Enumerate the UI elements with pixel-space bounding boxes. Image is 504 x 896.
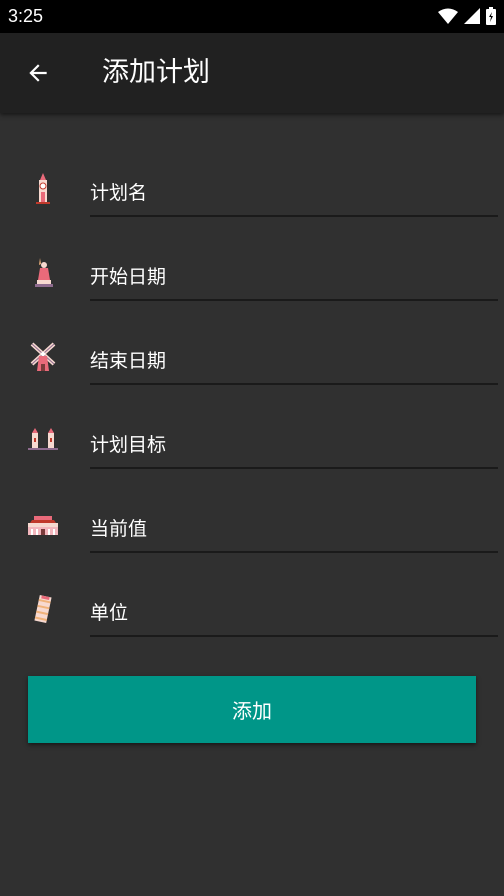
statue-icon <box>35 258 53 287</box>
end-date-placeholder: 结束日期 <box>90 350 167 372</box>
plan-name-field[interactable]: 计划名 <box>90 165 498 217</box>
status-bar: 3:25 <box>0 0 504 33</box>
clock-tower-icon <box>36 173 50 204</box>
form-row-end-date: 结束日期 <box>0 318 504 402</box>
gate-building-icon <box>28 516 58 535</box>
plan-target-placeholder: 计划目标 <box>90 434 167 456</box>
signal-icon <box>464 8 480 24</box>
form-row-unit: 单位 <box>0 570 504 654</box>
start-date-field[interactable]: 开始日期 <box>90 249 498 301</box>
current-value-placeholder: 当前值 <box>90 518 148 540</box>
unit-placeholder: 单位 <box>90 602 129 624</box>
back-button[interactable] <box>20 55 56 91</box>
plan-target-field[interactable]: 计划目标 <box>90 417 498 469</box>
status-time: 3:25 <box>8 6 44 26</box>
wifi-icon <box>438 8 458 24</box>
current-value-field[interactable]: 当前值 <box>90 501 498 553</box>
plan-name-placeholder: 计划名 <box>90 182 148 204</box>
windmill-icon <box>30 342 56 371</box>
form-row-plan-target: 计划目标 <box>0 402 504 486</box>
add-button[interactable]: 添加 <box>28 676 476 743</box>
status-icons <box>438 6 496 26</box>
form-row-start-date: 开始日期 <box>0 234 504 318</box>
unit-field[interactable]: 单位 <box>90 585 498 637</box>
start-date-placeholder: 开始日期 <box>90 266 167 288</box>
app-bar: 添加计划 <box>0 33 504 113</box>
leaning-tower-icon <box>34 595 52 623</box>
battery-icon <box>486 7 496 25</box>
form-row-current-value: 当前值 <box>0 486 504 570</box>
bridge-towers-icon <box>28 428 58 450</box>
plan-form: 计划名 开始日期 结束日期 计划目标 当前值 单位 <box>0 150 504 654</box>
page-title: 添加计划 <box>102 57 210 88</box>
arrow-back-icon <box>29 64 47 82</box>
form-row-plan-name: 计划名 <box>0 150 504 234</box>
end-date-field[interactable]: 结束日期 <box>90 333 498 385</box>
